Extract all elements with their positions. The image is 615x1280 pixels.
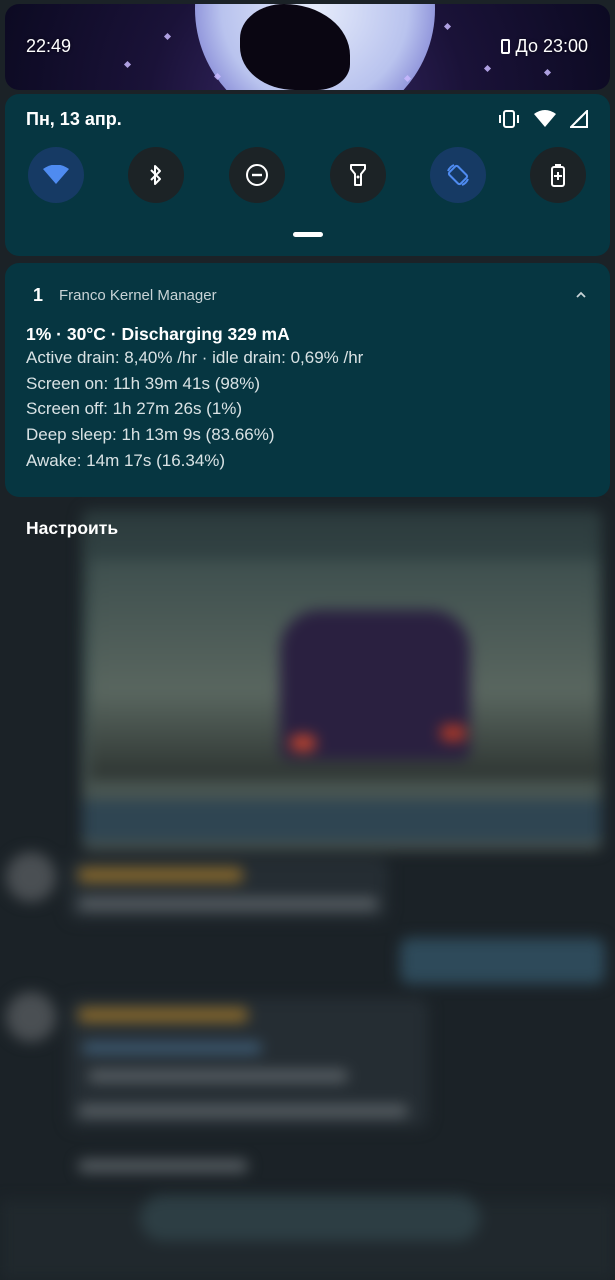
notification-header: 1 Franco Kernel Manager (33, 285, 217, 306)
background-message-line (78, 1105, 408, 1117)
wallpaper-sparkle (443, 22, 452, 31)
background-message-line (78, 898, 378, 910)
phone-outline-icon (500, 39, 510, 54)
notification-line-awake: Awake: 14m 17s (16.34%) (26, 450, 226, 470)
status-time: 22:49 (26, 36, 72, 56)
notification-line-drain: Active drain: 8,40% /hr · idle drain: 0,… (26, 348, 364, 367)
background-pill (140, 1195, 480, 1241)
notification-line-screen-on: Screen on: 11h 39m 41s (98%) (26, 373, 261, 393)
notification-line-screen-off: Screen off: 1h 27m 26s (1%) (26, 399, 243, 419)
wifi-icon (43, 165, 69, 184)
configure-button[interactable]: Настроить (26, 518, 118, 539)
wallpaper-sparkle (483, 64, 492, 73)
wifi-icon (534, 110, 556, 127)
do-not-disturb-tile[interactable] (229, 147, 285, 203)
auto-rotate-icon (447, 164, 469, 186)
background-taillight (440, 725, 466, 741)
signal-icon (570, 110, 588, 128)
background-sender-name (78, 868, 243, 882)
qs-date[interactable]: Пн, 13 апр. (26, 109, 122, 130)
background-own-message (400, 938, 605, 984)
flashlight-tile[interactable] (330, 147, 386, 203)
background-taillight (290, 735, 316, 751)
notification-body: 1% · 30°C · Discharging 329 mA Active dr… (26, 323, 363, 474)
wallpaper-sparkle (123, 60, 132, 69)
background-reply-line (82, 1042, 262, 1054)
background-avatar (6, 992, 56, 1042)
wallpaper-sparkle (163, 32, 172, 41)
background-avatar (6, 852, 56, 902)
flashlight-icon (350, 164, 366, 186)
notification-card[interactable]: 1 Franco Kernel Manager 1% · 30°C · Disc… (5, 263, 610, 497)
do-not-disturb-icon (246, 164, 268, 186)
qs-status-icons (498, 109, 588, 129)
alarm-text: До 23:00 (515, 36, 588, 56)
alarm-indicator: До 23:00 (500, 36, 588, 57)
qs-expand-handle[interactable] (293, 232, 323, 237)
bluetooth-icon (150, 165, 161, 185)
auto-rotate-tile[interactable] (430, 147, 486, 203)
quick-settings-panel: Пн, 13 апр. (5, 94, 610, 256)
battery-saver-icon (551, 164, 565, 187)
notification-title: 1% · 30°C · Discharging 329 mA (26, 324, 290, 344)
status-bar: 22:49 До 23:00 (5, 4, 610, 90)
wifi-tile[interactable] (28, 147, 84, 203)
notification-line-deep-sleep: Deep sleep: 1h 13m 9s (83.66%) (26, 425, 275, 445)
notification-app-name: Franco Kernel Manager (59, 287, 217, 304)
battery-saver-tile[interactable] (530, 147, 586, 203)
app-icon: 1 (33, 285, 44, 305)
bluetooth-tile[interactable] (128, 147, 184, 203)
background-video-caption (82, 800, 602, 842)
vibrate-icon (499, 110, 519, 128)
chevron-up-icon[interactable] (574, 287, 588, 305)
background-message-line (78, 1160, 248, 1172)
background-sender-name (78, 1008, 248, 1022)
wallpaper-sparkle (543, 68, 552, 77)
background-message-line (88, 1070, 348, 1082)
